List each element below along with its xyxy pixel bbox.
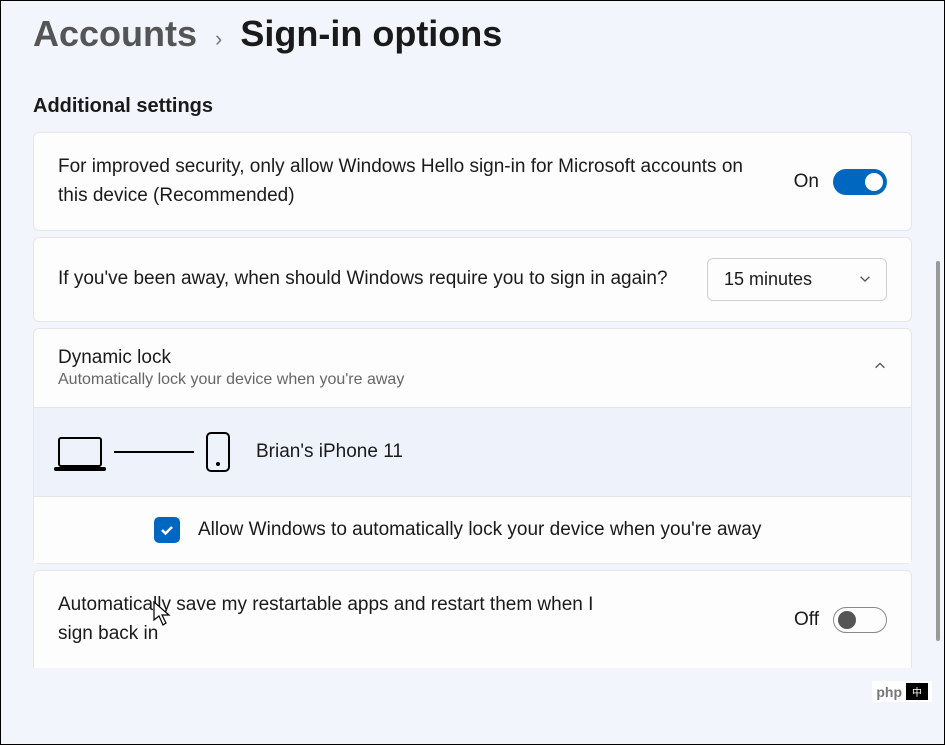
require-signin-text: If you've been away, when should Windows… (58, 265, 687, 294)
require-signin-card: If you've been away, when should Windows… (33, 237, 912, 322)
phone-icon (206, 432, 230, 472)
restart-apps-toggle[interactable] (833, 607, 887, 633)
breadcrumb: Accounts › Sign-in options (33, 1, 912, 95)
section-title: Additional settings (33, 95, 912, 118)
chevron-down-icon (858, 269, 872, 290)
dynamic-lock-title: Dynamic lock (58, 347, 404, 369)
dynamic-lock-checkbox[interactable] (154, 517, 180, 543)
windows-hello-toggle-label: On (794, 171, 819, 193)
dynamic-lock-devices: Brian's iPhone 11 (34, 407, 911, 496)
watermark-text-2: 中 (906, 683, 928, 700)
restart-apps-text: Automatically save my restartable apps a… (58, 591, 598, 648)
dynamic-lock-subtitle: Automatically lock your device when you'… (58, 371, 404, 389)
watermark-text-1: php (876, 684, 902, 700)
dynamic-lock-panel: Dynamic lock Automatically lock your dev… (33, 328, 912, 564)
paired-device-name: Brian's iPhone 11 (256, 441, 403, 463)
link-line-icon (114, 451, 194, 453)
require-signin-dropdown[interactable]: 15 minutes (707, 258, 887, 301)
windows-hello-text: For improved security, only allow Window… (58, 153, 774, 210)
laptop-icon (58, 437, 102, 467)
windows-hello-card: For improved security, only allow Window… (33, 132, 912, 231)
breadcrumb-current: Sign-in options (240, 13, 502, 55)
restart-apps-toggle-label: Off (794, 609, 819, 631)
restart-apps-card: Automatically save my restartable apps a… (33, 570, 912, 668)
dynamic-lock-checkbox-row: Allow Windows to automatically lock your… (34, 496, 911, 563)
watermark: php 中 (872, 681, 932, 702)
windows-hello-toggle[interactable] (833, 169, 887, 195)
dynamic-lock-header[interactable]: Dynamic lock Automatically lock your dev… (34, 329, 911, 407)
require-signin-selected: 15 minutes (724, 269, 812, 289)
dynamic-lock-checkbox-label: Allow Windows to automatically lock your… (198, 519, 761, 541)
breadcrumb-parent[interactable]: Accounts (33, 13, 197, 55)
chevron-right-icon: › (215, 26, 222, 52)
scrollbar[interactable] (936, 261, 940, 641)
chevron-up-icon (873, 359, 887, 378)
